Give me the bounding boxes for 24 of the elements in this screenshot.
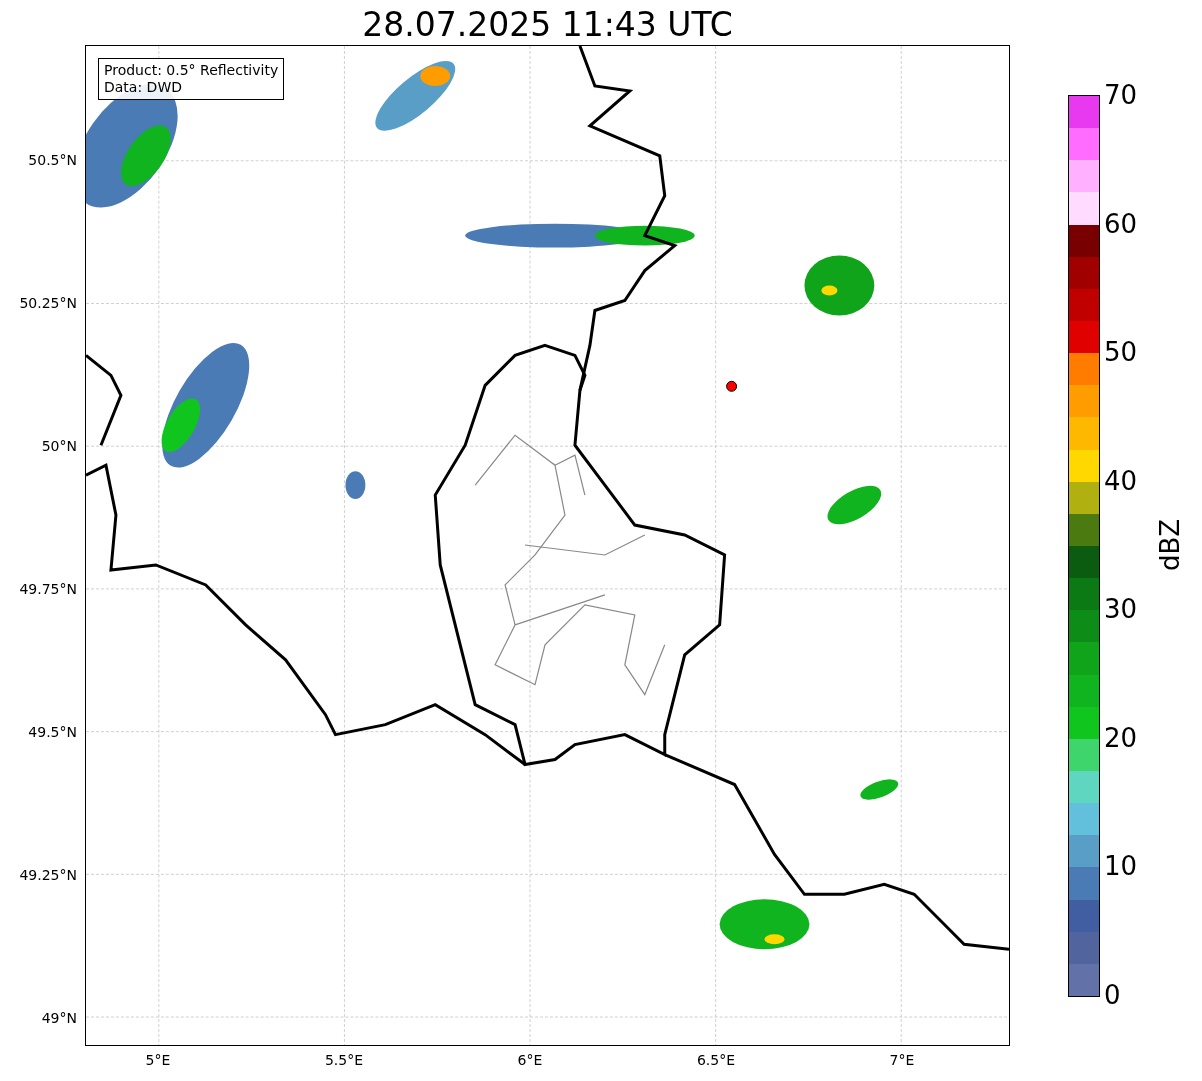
colorbar-tick-label: 10 <box>1104 852 1138 881</box>
colorbar-tick-label: 0 <box>1104 981 1121 1009</box>
latitude-label: 50°N <box>41 438 77 454</box>
longitude-label: 6°E <box>517 1052 543 1068</box>
latitude-label: 50.25°N <box>19 295 77 311</box>
latitude-label: 49.5°N <box>28 724 77 740</box>
latitude-label: 49°N <box>41 1010 77 1026</box>
longitude-label: 5°E <box>145 1052 171 1068</box>
colorbar-tick-label: 40 <box>1104 466 1138 495</box>
legend-text: Data: DWD <box>104 79 183 96</box>
colorbar-tick-label: 50 <box>1104 338 1138 367</box>
colorbar-tick-label: 20 <box>1104 723 1138 752</box>
longitude-label: 6.5°E <box>696 1052 736 1068</box>
colorbar-tick-label: 30 <box>1104 595 1138 624</box>
colorbar-tick-label: 60 <box>1104 209 1138 238</box>
legend-text: Product: 0.5° Reflectivity <box>104 62 279 79</box>
colorbar-label: dBZ <box>1155 518 1185 572</box>
longitude-label: 7°E <box>889 1052 915 1068</box>
colorbar-tick-label: 70 <box>1104 81 1138 109</box>
chart-title: 28.07.2025 11:43 UTC <box>361 4 734 45</box>
latitude-label: 50.5°N <box>28 152 77 168</box>
latitude-label: 49.75°N <box>19 581 77 597</box>
longitude-label: 5.5°E <box>324 1052 364 1068</box>
latitude-label: 49.25°N <box>19 867 77 883</box>
